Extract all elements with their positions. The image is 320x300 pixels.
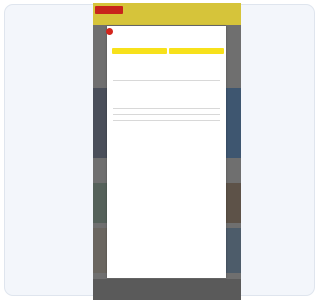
site-logo[interactable] (95, 6, 123, 14)
footer-links (107, 130, 226, 132)
site-header (93, 3, 241, 25)
subscribe-button[interactable] (169, 48, 224, 54)
brand-badge-icon (106, 28, 113, 35)
background-article-left (93, 183, 107, 223)
background-article-left (93, 228, 107, 273)
consent-option-right (169, 46, 224, 55)
accept-button[interactable] (112, 48, 167, 54)
background-article-right (226, 183, 241, 223)
divider (113, 114, 220, 115)
background-footer-thumbs (93, 279, 241, 300)
background-article-right (226, 88, 241, 158)
divider (113, 108, 220, 109)
background-article-right (226, 228, 241, 273)
background-article-left (93, 88, 107, 158)
consent-option-left (112, 46, 167, 55)
consent-dialog (107, 26, 226, 278)
divider (113, 120, 220, 121)
divider (113, 80, 220, 81)
mobile-screenshot-frame (93, 3, 241, 300)
